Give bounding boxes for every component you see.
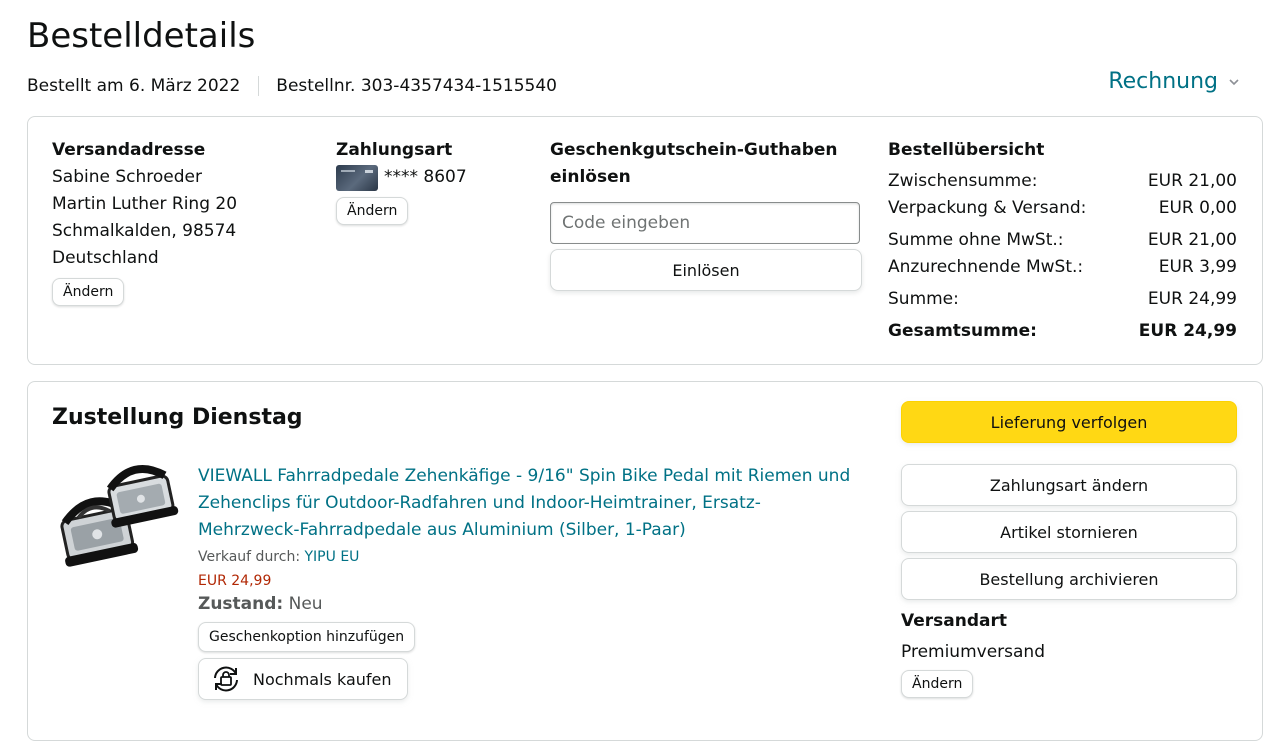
shipping-address-heading: Versandadresse bbox=[52, 140, 206, 160]
track-delivery-label: Lieferung verfolgen bbox=[990, 412, 1148, 432]
sold-by-label: Verkauf durch: bbox=[198, 549, 301, 565]
page-title: Bestelldetails bbox=[27, 16, 256, 56]
summary-label: Anzurechnende MwSt.: bbox=[888, 257, 1084, 277]
gift-card-heading: einlösen bbox=[550, 167, 631, 187]
delivery-title: Zustellung Dienstag bbox=[52, 405, 303, 430]
product-title-line: Mehrzweck-Fahrradpedale aus Aluminium (S… bbox=[198, 520, 686, 540]
archive-order-label: Bestellung archivieren bbox=[979, 569, 1159, 589]
summary-total-label: Gesamtsumme: bbox=[888, 321, 1037, 341]
gift-card-heading: Geschenkgutschein-Guthaben bbox=[550, 140, 838, 160]
track-delivery-button[interactable]: Lieferung verfolgen bbox=[901, 401, 1237, 443]
redeem-button[interactable]: Einlösen bbox=[550, 249, 862, 291]
product-title-line: VIEWALL Fahrradpedale Zehenkäfige - 9/16… bbox=[198, 466, 851, 486]
gift-code-input[interactable] bbox=[550, 202, 860, 244]
address-line: Deutschland bbox=[52, 248, 159, 268]
shipping-address-section: Versandadresse Sabine Schroeder Martin L… bbox=[52, 137, 237, 306]
summary-value: EUR 0,00 bbox=[1158, 198, 1237, 218]
shipping-method-value: Premiumversand bbox=[901, 642, 1045, 662]
order-info-card: Versandadresse Sabine Schroeder Martin L… bbox=[27, 116, 1263, 365]
product-price: EUR 24,99 bbox=[198, 573, 272, 589]
summary-label: Zwischensumme: bbox=[888, 171, 1038, 191]
summary-row: Anzurechnende MwSt.: EUR 3,99 bbox=[888, 254, 1237, 281]
summary-row: Zwischensumme: EUR 21,00 bbox=[888, 168, 1237, 195]
meta-divider bbox=[258, 76, 260, 96]
summary-label: Summe: bbox=[888, 289, 959, 309]
product-title-line: Zehenclips für Outdoor-Radfahren und Ind… bbox=[198, 493, 761, 513]
summary-total-row: Gesamtsumme: EUR 24,99 bbox=[888, 318, 1237, 345]
archive-order-button[interactable]: Bestellung archivieren bbox=[901, 558, 1237, 600]
summary-row: Summe: EUR 24,99 bbox=[888, 286, 1237, 313]
summary-value: EUR 21,00 bbox=[1147, 171, 1237, 191]
product-image[interactable] bbox=[54, 462, 180, 578]
order-meta: Bestellt am 6. März 2022 Bestellnr. 303-… bbox=[27, 75, 557, 97]
change-payment-button[interactable]: Ändern bbox=[336, 197, 409, 225]
summary-total-value: EUR 24,99 bbox=[1138, 321, 1237, 341]
invoice-label: Rechnung bbox=[1108, 69, 1218, 94]
product-details: VIEWALL Fahrradpedale Zehenkäfige - 9/16… bbox=[198, 463, 878, 700]
summary-row: Summe ohne MwSt.: EUR 21,00 bbox=[888, 227, 1237, 254]
shipment-card: Zustellung Dienstag VIEWALL Fahrradpedal… bbox=[27, 381, 1263, 741]
summary-row: Verpackung & Versand: EUR 0,00 bbox=[888, 195, 1237, 222]
redeem-label: Einlösen bbox=[672, 260, 740, 280]
summary-label: Verpackung & Versand: bbox=[888, 198, 1087, 218]
cancel-items-label: Artikel stornieren bbox=[1000, 522, 1138, 542]
change-address-button[interactable]: Ändern bbox=[52, 278, 125, 306]
buy-again-icon bbox=[209, 664, 243, 694]
address-line: Martin Luther Ring 20 bbox=[52, 194, 238, 214]
order-actions: Lieferung verfolgen Zahlungsart ändern A… bbox=[901, 401, 1237, 698]
summary-value: EUR 21,00 bbox=[1147, 230, 1237, 250]
chevron-down-icon bbox=[1228, 76, 1240, 88]
buy-again-label: Nochmals kaufen bbox=[253, 669, 392, 689]
order-summary-section: Bestellübersicht Zwischensumme: EUR 21,0… bbox=[888, 137, 1237, 345]
change-payment-method-label: Zahlungsart ändern bbox=[989, 475, 1149, 495]
payment-section: Zahlungsart **** 8607 Ändern bbox=[336, 137, 467, 225]
gift-card-section: Geschenkgutschein-Guthaben einlösen Einl… bbox=[550, 137, 862, 291]
credit-card-icon bbox=[336, 164, 378, 191]
payment-heading: Zahlungsart bbox=[336, 140, 453, 160]
buy-again-button[interactable]: Nochmals kaufen bbox=[198, 658, 408, 700]
card-number: **** 8607 bbox=[384, 167, 467, 187]
product-condition: Zustand: Neu bbox=[198, 594, 878, 614]
order-date: Bestellt am 6. März 2022 bbox=[27, 76, 241, 96]
summary-label: Summe ohne MwSt.: bbox=[888, 230, 1064, 250]
condition-label: Zustand: bbox=[198, 594, 284, 614]
add-gift-option-button[interactable]: Geschenkoption hinzufügen bbox=[198, 622, 416, 652]
seller-link[interactable]: YIPU EU bbox=[305, 549, 360, 565]
condition-value: Neu bbox=[288, 594, 323, 614]
seller-line: Verkauf durch: YIPU EU bbox=[198, 549, 878, 565]
order-number: Bestellnr. 303-4357434-1515540 bbox=[276, 76, 557, 96]
product-title-link[interactable]: VIEWALL Fahrradpedale Zehenkäfige - 9/16… bbox=[198, 463, 878, 544]
invoice-dropdown[interactable]: Rechnung bbox=[1108, 69, 1240, 94]
summary-value: EUR 3,99 bbox=[1158, 257, 1237, 277]
cancel-items-button[interactable]: Artikel stornieren bbox=[901, 511, 1237, 553]
change-shipping-method-button[interactable]: Ändern bbox=[901, 670, 974, 698]
summary-heading: Bestellübersicht bbox=[888, 140, 1045, 160]
address-line: Sabine Schroeder bbox=[52, 167, 202, 187]
address-line: Schmalkalden, 98574 bbox=[52, 221, 237, 241]
shipping-method-heading: Versandart bbox=[901, 611, 1007, 631]
summary-value: EUR 24,99 bbox=[1147, 289, 1237, 309]
change-payment-method-button[interactable]: Zahlungsart ändern bbox=[901, 464, 1237, 506]
